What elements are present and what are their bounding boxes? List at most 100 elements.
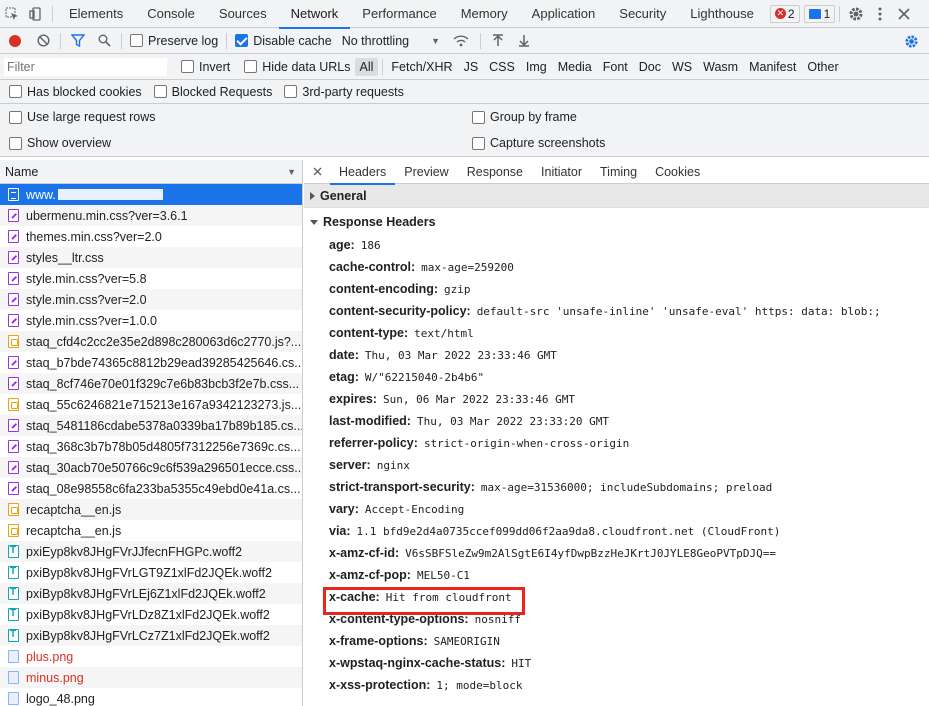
- messages-badge[interactable]: 1: [803, 4, 836, 23]
- errors-badge[interactable]: ✕ 2: [769, 4, 800, 23]
- record-icon[interactable]: [0, 34, 30, 47]
- clear-icon[interactable]: [30, 34, 56, 47]
- request-row[interactable]: style.min.css?ver=5.8: [0, 268, 302, 289]
- details-tab-cookies[interactable]: Cookies: [646, 160, 709, 184]
- third-party-requests-checkbox[interactable]: 3rd-party requests: [284, 85, 404, 99]
- hide-data-urls-checkbox[interactable]: Hide data URLs: [244, 60, 351, 74]
- request-row[interactable]: staq_55c6246821e715213e167a9342123273.js…: [0, 394, 302, 415]
- request-row[interactable]: pxiByp8kv8JHgFVrLGT9Z1xlFd2JQEk.woff2: [0, 562, 302, 583]
- details-tab-initiator[interactable]: Initiator: [532, 160, 591, 184]
- filter-type-css[interactable]: CSS: [484, 58, 520, 76]
- show-overview-checkbox[interactable]: Show overview: [9, 136, 111, 150]
- filter-type-media[interactable]: Media: [553, 58, 597, 76]
- checkbox-box[interactable]: [9, 136, 22, 150]
- request-row[interactable]: staq_368c3b7b78b05d4805f7312256e7369c.cs…: [0, 436, 302, 457]
- filter-type-doc[interactable]: Doc: [634, 58, 666, 76]
- has-blocked-cookies-checkbox[interactable]: Has blocked cookies: [9, 85, 142, 99]
- request-row[interactable]: themes.min.css?ver=2.0: [0, 226, 302, 247]
- details-tab-timing[interactable]: Timing: [591, 160, 646, 184]
- request-row[interactable]: www.: [0, 184, 302, 205]
- details-tab-response[interactable]: Response: [458, 160, 532, 184]
- tab-sources[interactable]: Sources: [207, 0, 279, 28]
- invert-checkbox[interactable]: Invert: [181, 60, 230, 74]
- checkbox-box[interactable]: [9, 110, 22, 124]
- request-row[interactable]: styles__ltr.css: [0, 247, 302, 268]
- import-har-icon[interactable]: [485, 34, 511, 47]
- search-icon[interactable]: [91, 34, 117, 47]
- checkbox-box[interactable]: [181, 60, 194, 73]
- name-column-header[interactable]: Name ▼: [0, 160, 302, 184]
- details-tab-preview[interactable]: Preview: [395, 160, 457, 184]
- tab-application[interactable]: Application: [520, 0, 608, 28]
- filter-type-font[interactable]: Font: [598, 58, 633, 76]
- header-name: referrer-policy:: [329, 436, 418, 450]
- checkbox-box[interactable]: [9, 85, 22, 98]
- blocked-requests-checkbox[interactable]: Blocked Requests: [153, 85, 272, 99]
- tab-console[interactable]: Console: [135, 0, 207, 28]
- filter-type-wasm[interactable]: Wasm: [698, 58, 743, 76]
- request-row[interactable]: plus.png: [0, 646, 302, 667]
- capture-screenshots-checkbox[interactable]: Capture screenshots: [472, 136, 605, 150]
- checkbox-box[interactable]: [472, 136, 485, 150]
- inspect-element-icon[interactable]: [0, 0, 24, 28]
- filter-type-other[interactable]: Other: [802, 58, 843, 76]
- throttling-select[interactable]: No throttling ▼: [342, 34, 440, 48]
- tab-lighthouse[interactable]: Lighthouse: [678, 0, 766, 28]
- request-row[interactable]: style.min.css?ver=2.0: [0, 289, 302, 310]
- checkbox-box[interactable]: [235, 34, 249, 47]
- request-row[interactable]: staq_5481186cdabe5378a0339ba17b89b185.cs…: [0, 415, 302, 436]
- close-details-icon[interactable]: [304, 167, 330, 176]
- group-by-frame-checkbox[interactable]: Group by frame: [472, 110, 577, 124]
- network-settings-gear-icon[interactable]: [904, 34, 919, 52]
- preserve-log-checkbox[interactable]: Preserve log: [130, 34, 218, 48]
- header-name: via:: [329, 524, 351, 538]
- request-row[interactable]: pxiByp8kv8JHgFVrLDz8Z1xlFd2JQEk.woff2: [0, 604, 302, 625]
- filter-type-all[interactable]: All: [354, 57, 379, 76]
- request-row[interactable]: staq_8cf746e70e01f329c7e6b83bcb3f2e7b.cs…: [0, 373, 302, 394]
- request-row[interactable]: staq_cfd4c2cc2e35e2d898c280063d6c2770.js…: [0, 331, 302, 352]
- request-row[interactable]: staq_08e98558c6fa233ba5355c49ebd0e41a.cs…: [0, 478, 302, 499]
- css-file-icon: [8, 440, 19, 453]
- request-row[interactable]: style.min.css?ver=1.0.0: [0, 310, 302, 331]
- tab-elements[interactable]: Elements: [57, 0, 135, 28]
- request-row[interactable]: pxiEyp8kv8JHgFVrJJfecnFHGPc.woff2: [0, 541, 302, 562]
- tab-network[interactable]: Network: [278, 0, 351, 29]
- request-row[interactable]: minus.png: [0, 667, 302, 688]
- request-row[interactable]: staq_30acb70e50766c9c6f539a296501ecce.cs…: [0, 457, 302, 478]
- filter-type-fetch-xhr[interactable]: Fetch/XHR: [386, 58, 457, 76]
- disable-cache-checkbox[interactable]: Disable cache: [235, 34, 332, 48]
- tab-performance[interactable]: Performance: [350, 0, 448, 28]
- tab-memory[interactable]: Memory: [449, 0, 520, 28]
- request-row[interactable]: pxiByp8kv8JHgFVrLEj6Z1xlFd2JQEk.woff2: [0, 583, 302, 604]
- details-tab-headers[interactable]: Headers: [330, 160, 396, 185]
- header-row: age: 186: [304, 234, 929, 256]
- request-row[interactable]: logo_48.png: [0, 688, 302, 706]
- checkbox-box[interactable]: [153, 85, 167, 98]
- more-options-icon[interactable]: [868, 0, 892, 28]
- checkbox-box[interactable]: [284, 85, 298, 98]
- request-row[interactable]: pxiByp8kv8JHgFVrLCz7Z1xlFd2JQEk.woff2: [0, 625, 302, 646]
- request-row[interactable]: ubermenu.min.css?ver=3.6.1: [0, 205, 302, 226]
- settings-gear-icon[interactable]: [844, 0, 868, 28]
- device-toolbar-icon[interactable]: [24, 0, 48, 28]
- header-row: etag: W/"62215040-2b4b6": [304, 366, 929, 388]
- request-row[interactable]: recaptcha__en.js: [0, 520, 302, 541]
- large-rows-checkbox[interactable]: Use large request rows: [9, 110, 156, 124]
- filter-input[interactable]: [4, 57, 167, 76]
- tab-security[interactable]: Security: [607, 0, 678, 28]
- filter-type-manifest[interactable]: Manifest: [744, 58, 801, 76]
- filter-type-ws[interactable]: WS: [667, 58, 697, 76]
- close-devtools-icon[interactable]: [892, 0, 916, 28]
- network-conditions-icon[interactable]: [446, 34, 476, 48]
- response-headers-section-header[interactable]: Response Headers: [304, 210, 929, 234]
- request-row[interactable]: recaptcha__en.js: [0, 499, 302, 520]
- general-section-header[interactable]: General: [304, 184, 929, 208]
- export-har-icon[interactable]: [511, 34, 537, 47]
- request-row[interactable]: staq_b7bde74365c8812b29ead39285425646.cs…: [0, 352, 302, 373]
- filter-icon[interactable]: [65, 34, 91, 47]
- checkbox-box[interactable]: [472, 110, 485, 124]
- filter-type-js[interactable]: JS: [459, 58, 484, 76]
- checkbox-box[interactable]: [244, 60, 258, 73]
- checkbox-box[interactable]: [130, 34, 143, 47]
- filter-type-img[interactable]: Img: [521, 58, 552, 76]
